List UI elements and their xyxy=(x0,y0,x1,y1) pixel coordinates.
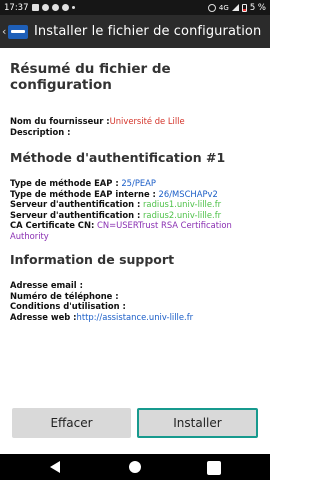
phone-label: Numéro de téléphone : xyxy=(10,290,119,301)
email-label: Adresse email : xyxy=(10,280,83,290)
notification-dot-icon xyxy=(71,6,75,9)
app-title: Installer le fichier de configuration xyxy=(34,24,262,39)
eap-type-label: Type de méthode EAP : xyxy=(10,178,119,188)
server2-value: radius2.univ-lille.fr xyxy=(140,209,222,220)
config-content: Résumé du fichier de configuration Nom d… xyxy=(10,48,265,322)
eap-type-row: Type de méthode EAP : 25/PEAP xyxy=(10,178,265,189)
email-row: Adresse email : xyxy=(10,280,265,291)
terms-label: Conditions d'utilisation : xyxy=(10,301,126,311)
eap-inner-value: 26/MSCHAPv2 xyxy=(155,188,218,199)
web-link[interactable]: http://assistance.univ-lille.fr xyxy=(77,312,194,322)
clear-button[interactable]: Effacer xyxy=(12,408,131,438)
battery-icon xyxy=(241,3,247,12)
install-button[interactable]: Installer xyxy=(137,408,258,438)
nav-recent-apps-icon[interactable] xyxy=(207,461,221,475)
phone-row: Numéro de téléphone : xyxy=(10,291,265,302)
terms-row: Conditions d'utilisation : xyxy=(10,301,265,312)
status-time: 17:37 xyxy=(4,2,29,13)
server1-row: Serveur d'authentification : radius1.uni… xyxy=(10,199,265,210)
auth-heading: Méthode d'authentification #1 xyxy=(10,150,226,165)
provider-row: Nom du fournisseur :Université de Lille xyxy=(10,116,265,127)
signal-icon xyxy=(231,4,239,11)
ca-label: CA Certificate CN: xyxy=(10,220,95,230)
server2-label: Serveur d'authentification : xyxy=(10,209,141,220)
description-label: Description : xyxy=(10,126,71,137)
server1-value: radius1.univ-lille.fr xyxy=(140,199,222,209)
messenger-icon xyxy=(61,4,69,11)
alarm-icon xyxy=(207,3,216,12)
server1-label: Serveur d'authentification : xyxy=(10,199,141,209)
summary-heading: Résumé du fichier de configuration xyxy=(10,61,171,93)
messenger-icon xyxy=(51,4,59,11)
button-bar: Effacer Installer xyxy=(0,405,270,440)
network-type: 4G xyxy=(218,3,229,12)
messenger-icon xyxy=(41,4,49,11)
eap-inner-row: Type de méthode EAP interne : 26/MSCHAPv… xyxy=(10,189,265,200)
description-row: Description : xyxy=(10,127,265,138)
provider-value: Université de Lille xyxy=(109,116,185,126)
app-bar: ‹ Installer le fichier de configuration xyxy=(0,15,270,48)
support-heading: Information de support xyxy=(10,252,175,267)
ca-row: CA Certificate CN: CN=USERTrust RSA Cert… xyxy=(10,220,265,241)
eap-inner-label: Type de méthode EAP interne : xyxy=(10,188,156,199)
status-bar: 17:37 4G 5 % xyxy=(0,0,270,15)
sync-icon xyxy=(31,4,39,11)
provider-label: Nom du fournisseur : xyxy=(10,116,110,126)
web-row: Adresse web :http://assistance.univ-lill… xyxy=(10,312,265,323)
server2-row: Serveur d'authentification : radius2.uni… xyxy=(10,210,265,221)
app-icon xyxy=(8,24,28,39)
nav-home-icon[interactable] xyxy=(129,461,141,473)
battery-level: 5 % xyxy=(249,2,266,13)
eap-type-value: 25/PEAP xyxy=(118,178,156,188)
web-label: Adresse web : xyxy=(10,311,77,322)
system-nav-bar xyxy=(0,454,270,480)
nav-back-icon[interactable] xyxy=(50,461,60,473)
